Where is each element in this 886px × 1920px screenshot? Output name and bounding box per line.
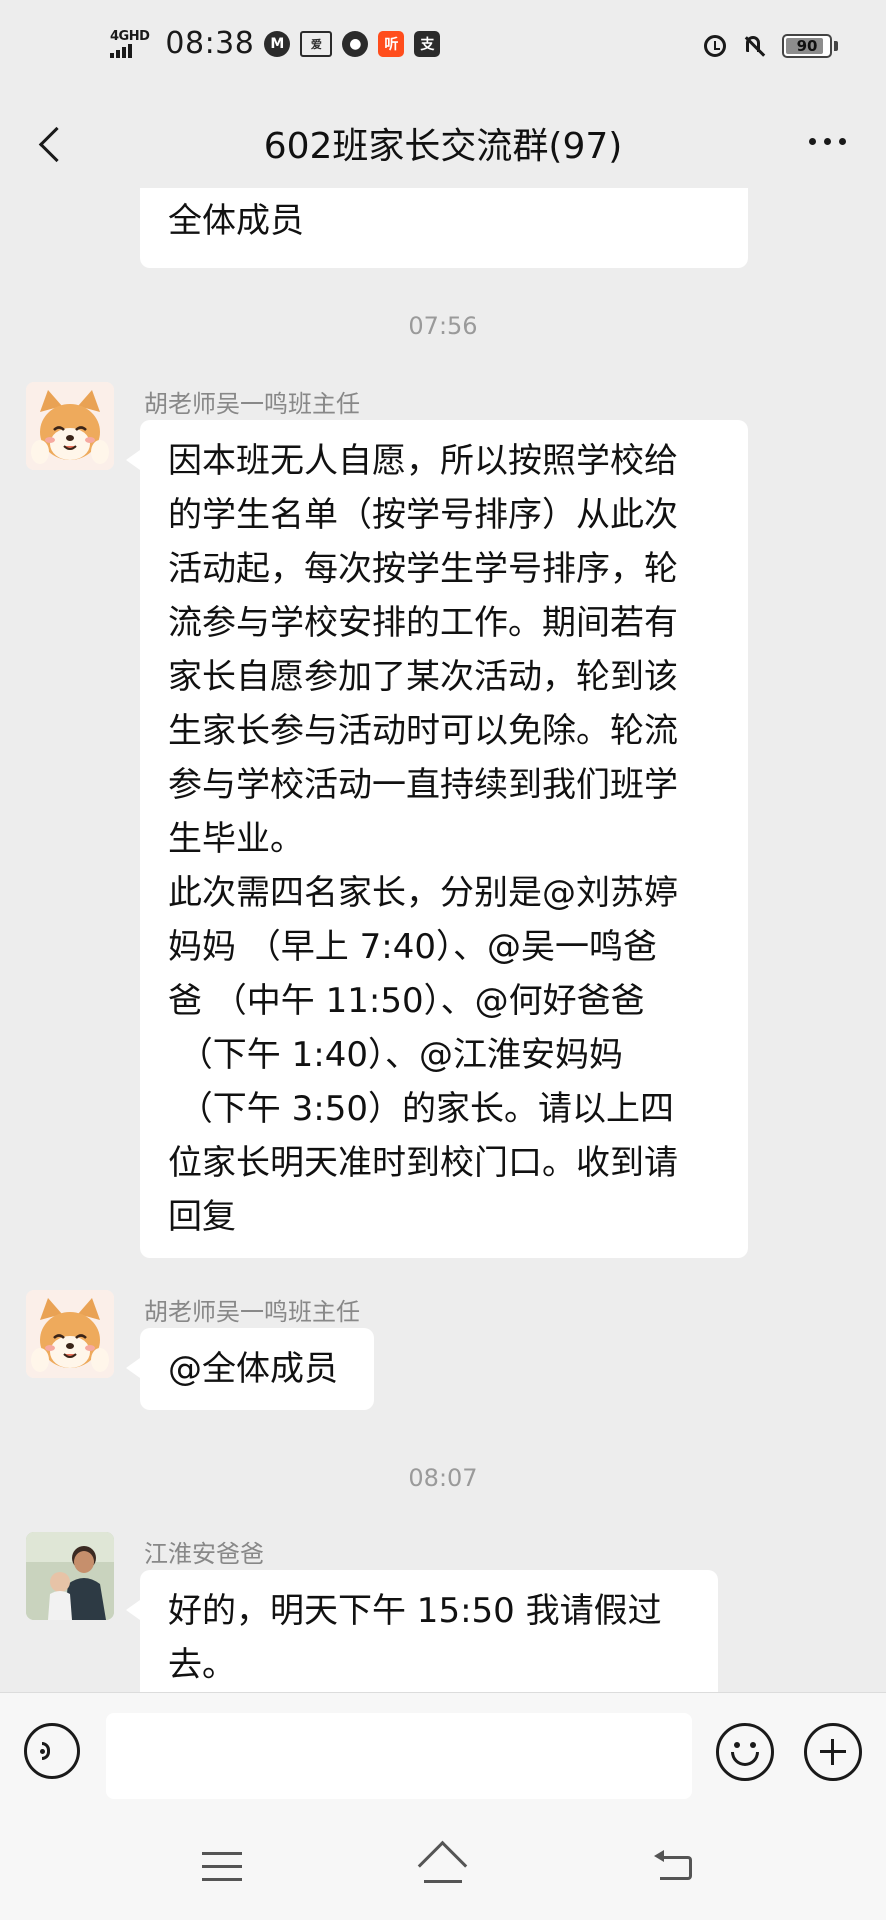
status-right: 90	[704, 34, 838, 58]
message-line: （下午 1:40）、@江淮安妈妈	[168, 1035, 623, 1075]
message-line: 位家长明天准时到校门口。收到请	[168, 1143, 678, 1183]
signal-icon: 4GHD	[110, 28, 150, 58]
input-bar	[0, 1692, 886, 1813]
sender-name: 江淮安爸爸	[144, 1540, 264, 1568]
message-line: （下午 3:50）的家长。请以上四	[168, 1089, 674, 1129]
alipay-app-icon: 支	[414, 30, 441, 57]
emoji-icon[interactable]	[716, 1723, 774, 1781]
message-line: 妈妈 （早上 7:40）、@吴一鸣爸	[168, 927, 657, 967]
chat-screen: 4GHD 08:38 M 爱 ● 听 支 90 602班家长交流群(97) 全体…	[0, 0, 886, 1920]
avatar[interactable]	[26, 1290, 114, 1378]
menu-icon[interactable]	[202, 1852, 242, 1882]
title-bar: 602班家长交流群(97)	[0, 98, 886, 188]
message-bubble[interactable]: 因本班无人自愿，所以按照学校给 的学生名单（按学号排序）从此次 活动起，每次按学…	[126, 420, 748, 1258]
message-line: 去。	[168, 1645, 236, 1685]
avatar[interactable]	[26, 382, 114, 470]
status-time: 08:38	[165, 26, 255, 61]
message-line: 好的，明天下午 15:50 我请假过	[168, 1591, 662, 1631]
voice-icon[interactable]	[24, 1723, 80, 1779]
message-text: 全体成员	[168, 201, 304, 241]
message-line: 参与学校活动一直持续到我们班学	[168, 765, 678, 805]
status-left: 4GHD 08:38 M 爱 ● 听 支	[110, 26, 441, 61]
plus-icon[interactable]	[804, 1723, 862, 1781]
system-nav-bar	[0, 1812, 886, 1920]
chat-app-icon: ●	[342, 30, 369, 57]
more-icon[interactable]	[809, 138, 846, 145]
listen-app-icon: 听	[378, 30, 405, 57]
message-bubble[interactable]: 好的，明天下午 15:50 我请假过 去。	[126, 1570, 718, 1692]
message-line: 回复	[168, 1197, 236, 1237]
message-line: 因本班无人自愿，所以按照学校给	[168, 441, 678, 481]
sender-name: 胡老师吴一鸣班主任	[144, 1298, 360, 1326]
message-line: 此次需四名家长，分别是@刘苏婷	[168, 873, 678, 913]
home-icon[interactable]	[414, 1846, 472, 1886]
back-icon[interactable]	[34, 124, 72, 162]
message-line: 的学生名单（按学号排序）从此次	[168, 495, 678, 535]
message-text: @全体成员	[168, 1349, 338, 1389]
shiba-avatar-icon	[26, 1290, 114, 1378]
system-back-icon[interactable]	[654, 1850, 698, 1884]
sender-name: 胡老师吴一鸣班主任	[144, 390, 360, 418]
message-line: 爸 （中午 11:50）、@何好爸爸	[168, 981, 645, 1021]
message-bubble-partial[interactable]: 全体成员	[140, 188, 748, 268]
timestamp: 08:07	[408, 1464, 478, 1492]
chat-title: 602班家长交流群(97)	[263, 126, 623, 167]
message-input[interactable]	[106, 1713, 692, 1799]
avatar[interactable]	[26, 1532, 114, 1620]
message-line: 流参与学校安排的工作。期间若有	[168, 603, 678, 643]
message-line: 生家长参与活动时可以免除。轮流	[168, 711, 678, 751]
iqiyi-app-icon: 爱	[300, 30, 333, 57]
metro-app-icon: M	[264, 30, 291, 57]
message-line: 活动起，每次按学生学号排序，轮	[168, 549, 678, 589]
alarm-icon	[704, 35, 726, 57]
network-type: 4GHD	[110, 28, 150, 44]
status-bar: 4GHD 08:38 M 爱 ● 听 支 90	[0, 0, 886, 98]
message-line: 生毕业。	[168, 819, 304, 859]
message-line: 家长自愿参加了某次活动，轮到该	[168, 657, 678, 697]
battery-level: 90	[796, 37, 818, 55]
timestamp: 07:56	[408, 312, 478, 340]
message-list[interactable]: 全体成员 07:56 胡老师吴一鸣班主任 因本班无人自愿，所以按照学校给 的学生…	[0, 188, 886, 1692]
battery-icon: 90	[782, 34, 838, 58]
message-bubble[interactable]: @全体成员	[126, 1328, 374, 1410]
shiba-avatar-icon	[26, 382, 114, 470]
bell-off-icon	[742, 34, 766, 58]
photo-avatar-icon	[26, 1532, 114, 1620]
